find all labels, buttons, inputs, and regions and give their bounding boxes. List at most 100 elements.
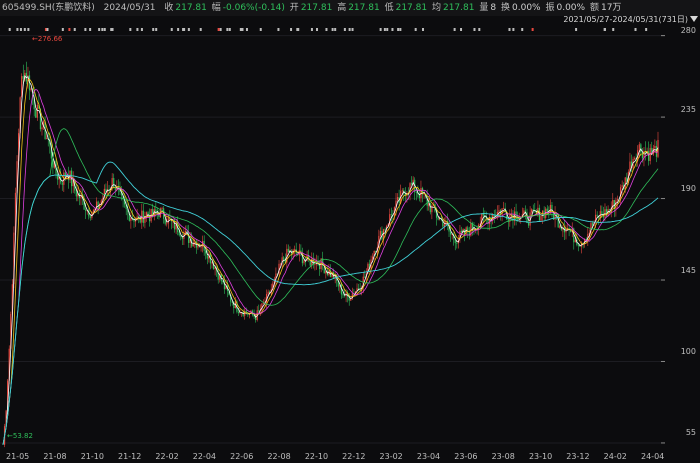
event-marker — [89, 28, 92, 31]
event-marker — [61, 28, 64, 31]
x-tick-label: 23-08 — [491, 452, 515, 461]
candle-body — [654, 145, 656, 149]
candle-body — [167, 217, 169, 224]
range-dropdown-icon[interactable] — [690, 16, 698, 22]
x-tick-label: 22-04 — [192, 452, 216, 461]
candle-body — [609, 209, 611, 211]
avg-value: 217.81 — [442, 3, 475, 13]
candle-body — [591, 223, 594, 226]
candle-body — [384, 229, 386, 231]
candle-body — [30, 88, 32, 91]
candle-body — [145, 212, 148, 216]
candle-body — [437, 217, 439, 220]
candle-body — [166, 223, 168, 225]
date-range-bar: 2021/05/27-2024/05/31(731日) — [0, 15, 700, 25]
candle-body — [46, 138, 48, 140]
date-range-text: 2021/05/27-2024/05/31(731日) — [563, 15, 688, 24]
min-price-value: 53.82 — [12, 432, 33, 440]
candle-body — [601, 211, 603, 215]
x-tick-label: 22-02 — [155, 452, 179, 461]
event-marker — [23, 28, 26, 31]
candle-body — [390, 214, 392, 216]
event-marker — [383, 28, 386, 31]
event-marker — [343, 28, 346, 31]
candle-body — [638, 144, 640, 151]
avg-label: 均 — [431, 3, 441, 13]
low-label: 低 — [384, 3, 394, 13]
event-marker — [219, 28, 222, 31]
event-marker — [478, 28, 481, 31]
candle-body — [192, 243, 194, 247]
candle-body — [559, 226, 561, 228]
candle-body — [456, 243, 458, 244]
candle-body — [531, 209, 533, 213]
stock-code: 605499.SH(东鹏饮料) — [2, 3, 95, 13]
x-tick-label: 22-12 — [342, 452, 366, 461]
event-marker — [351, 28, 354, 31]
candle-body — [482, 213, 484, 216]
x-tick-label: 23-12 — [566, 452, 590, 461]
event-marker — [152, 28, 155, 31]
candle-body — [460, 230, 463, 233]
candle-body — [85, 209, 87, 211]
candle-body — [364, 276, 366, 278]
candle-body — [75, 190, 77, 197]
event-marker — [414, 28, 417, 31]
candle-body — [200, 246, 202, 248]
max-price-value: 276.66 — [37, 35, 63, 43]
close-label: 收 — [164, 3, 174, 13]
event-marker — [177, 28, 180, 31]
event-marker — [73, 28, 76, 31]
candle-body — [283, 257, 285, 261]
event-marker — [297, 28, 300, 31]
candle-body — [649, 147, 651, 161]
candle-body — [130, 217, 132, 221]
candle-body — [161, 208, 163, 210]
candle-body — [142, 210, 144, 223]
change-label: 幅 — [211, 3, 221, 13]
x-tick-label: 22-10 — [304, 452, 329, 461]
event-marker — [27, 28, 30, 31]
candle-body — [237, 311, 240, 313]
candle-body — [415, 192, 417, 193]
event-marker — [277, 28, 280, 31]
event-marker — [531, 28, 534, 31]
event-marker — [310, 28, 313, 31]
event-marker — [228, 28, 231, 31]
price-chart[interactable] — [0, 32, 665, 452]
x-tick-label: 23-06 — [454, 452, 478, 461]
open-value: 217.81 — [300, 3, 333, 13]
event-marker — [140, 28, 143, 31]
candle-body — [303, 260, 305, 264]
event-marker — [512, 28, 515, 31]
amplitude-label: 振 — [545, 3, 555, 13]
event-marker — [103, 28, 106, 31]
event-marker — [68, 28, 71, 31]
event-marker — [397, 28, 400, 31]
candle-body — [498, 210, 500, 212]
event-marker — [111, 28, 114, 31]
candle-body — [605, 209, 608, 217]
amplitude-value: 0.00% — [556, 3, 586, 13]
candle-body — [616, 198, 619, 201]
close-value: 217.81 — [175, 3, 207, 13]
event-marker — [170, 28, 173, 31]
x-tick-label: 22-06 — [230, 452, 254, 461]
candle-body — [396, 197, 399, 201]
candle-body — [294, 249, 296, 250]
quote-date: 2024/05/31 — [103, 3, 156, 13]
event-marker — [634, 28, 637, 31]
y-tick-145: 145 — [680, 266, 696, 275]
candle-body — [314, 264, 316, 266]
event-marker — [379, 28, 382, 31]
x-tick-label: 23-10 — [528, 452, 553, 461]
event-marker — [16, 28, 19, 31]
event-marker — [136, 28, 139, 31]
candle-body — [503, 208, 505, 209]
candle-body — [155, 209, 157, 213]
ma60-line — [2, 128, 659, 445]
x-tick-label: 21-08 — [43, 452, 67, 461]
event-marker — [331, 28, 334, 31]
event-marker — [217, 28, 220, 31]
event-marker — [645, 28, 648, 31]
